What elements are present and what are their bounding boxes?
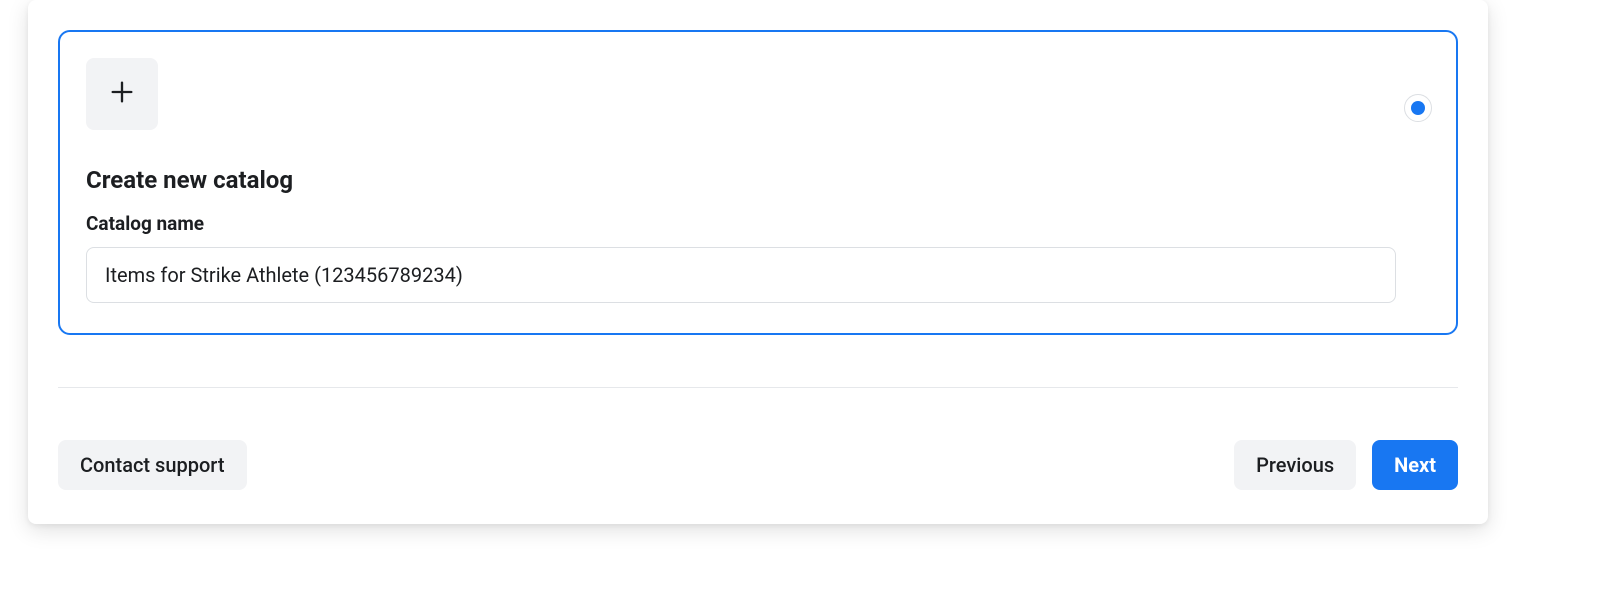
previous-button[interactable]: Previous	[1234, 440, 1356, 490]
add-tile-button[interactable]	[86, 58, 158, 130]
plus-icon	[108, 78, 136, 110]
contact-support-button[interactable]: Contact support	[58, 440, 247, 490]
select-card-radio[interactable]	[1404, 94, 1432, 122]
footer-divider	[58, 387, 1458, 388]
catalog-name-label: Catalog name	[86, 212, 1430, 235]
create-catalog-card[interactable]: Create new catalog Catalog name	[58, 30, 1458, 335]
footer-bar: Contact support Previous Next	[58, 440, 1458, 490]
radio-dot-icon	[1411, 101, 1425, 115]
next-button[interactable]: Next	[1372, 440, 1458, 490]
main-panel: Create new catalog Catalog name Contact …	[28, 0, 1488, 524]
catalog-name-input[interactable]	[86, 247, 1396, 303]
card-heading: Create new catalog	[86, 166, 1430, 194]
